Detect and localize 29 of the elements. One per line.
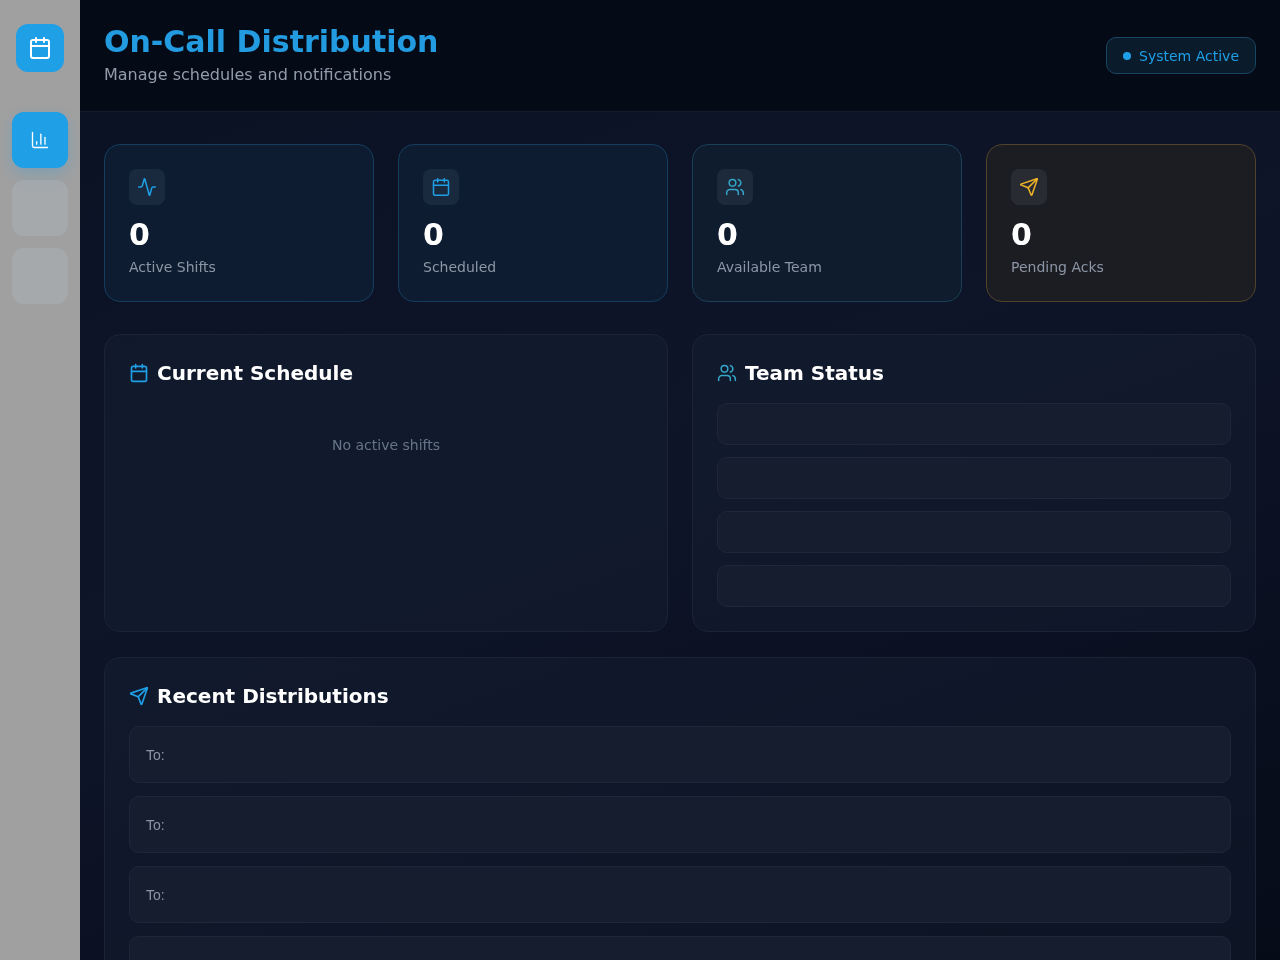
stat-label: Pending Acks — [1011, 258, 1105, 277]
stat-label: Scheduled — [423, 258, 498, 277]
empty-message: No active shifts — [331, 436, 441, 455]
to-label: To: — [146, 746, 165, 763]
panel-title: Current Schedule — [157, 360, 353, 387]
paper-plane-icon — [129, 686, 149, 706]
stat-label: Available Team — [717, 258, 823, 277]
stat-value: 0 — [1011, 217, 1033, 253]
users-icon — [717, 363, 737, 383]
page-title: On-Call Distribution — [104, 24, 439, 60]
paper-plane-icon — [1011, 169, 1047, 205]
panel-title: Team Status — [745, 360, 884, 387]
stat-value: 0 — [423, 217, 445, 253]
stat-value: 0 — [717, 217, 739, 253]
calendar-icon — [423, 169, 459, 205]
pulse-icon — [129, 169, 165, 205]
calendar-icon — [129, 363, 149, 383]
page-subtitle: Manage schedules and notifications — [104, 64, 393, 86]
status-dot-icon — [1123, 51, 1132, 60]
stat-label: Active Shifts — [129, 258, 217, 277]
to-label: To: — [146, 816, 165, 833]
bar-chart-icon — [30, 130, 50, 150]
users-icon — [717, 169, 753, 205]
status-label: System Active — [1139, 47, 1239, 64]
to-label: To: — [146, 886, 165, 903]
nav-button[interactable] — [12, 112, 68, 168]
stat-value: 0 — [129, 217, 151, 253]
panel-title: Recent Distributions — [157, 683, 389, 710]
calendar-logo-icon — [16, 24, 64, 72]
